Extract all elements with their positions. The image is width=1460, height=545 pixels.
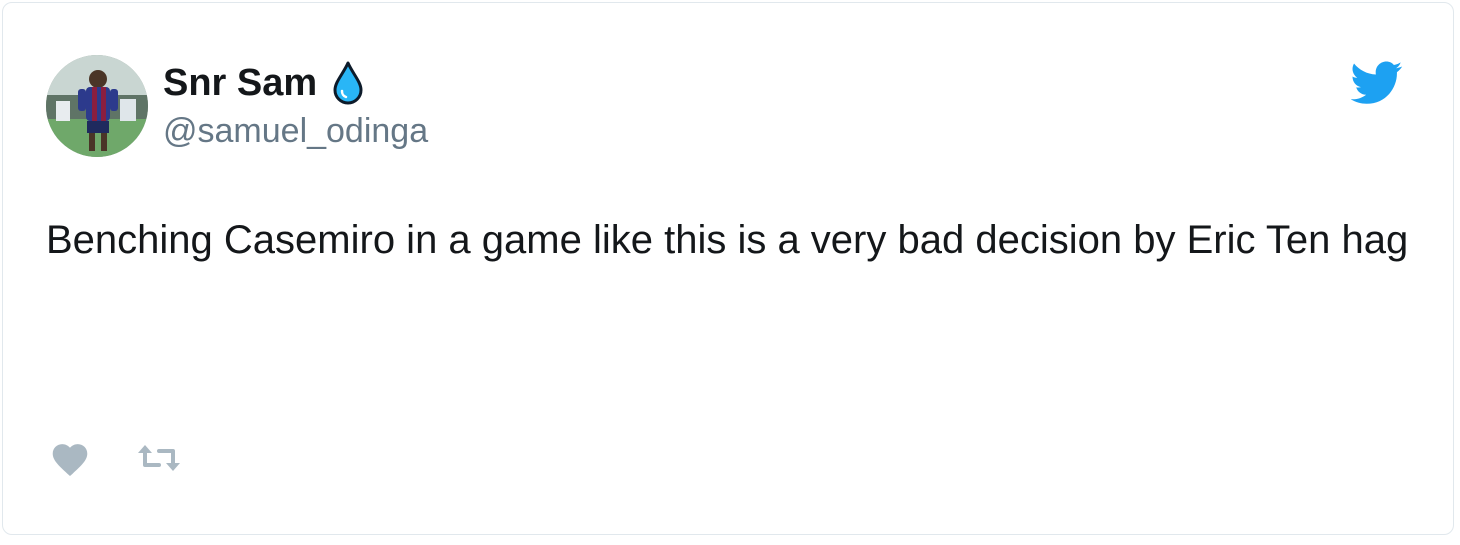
tweet-card: Snr Sam @samuel_odinga Benching Casemiro… — [2, 2, 1454, 535]
heart-icon — [52, 444, 88, 476]
name-row: Snr Sam — [163, 61, 428, 105]
user-handle[interactable]: @samuel_odinga — [163, 111, 428, 151]
display-name[interactable]: Snr Sam — [163, 61, 317, 105]
twitter-bird-icon[interactable] — [1350, 61, 1403, 105]
avatar[interactable] — [46, 55, 148, 157]
tweet-actions — [49, 439, 181, 477]
tweet-text: Benching Casemiro in a game like this is… — [46, 218, 1409, 262]
droplet-icon — [331, 60, 365, 106]
retweet-icon — [138, 445, 180, 471]
avatar-photo-icon — [46, 55, 148, 157]
retweet-button[interactable] — [137, 443, 181, 473]
like-button[interactable] — [49, 439, 91, 477]
user-info: Snr Sam @samuel_odinga — [163, 61, 428, 151]
